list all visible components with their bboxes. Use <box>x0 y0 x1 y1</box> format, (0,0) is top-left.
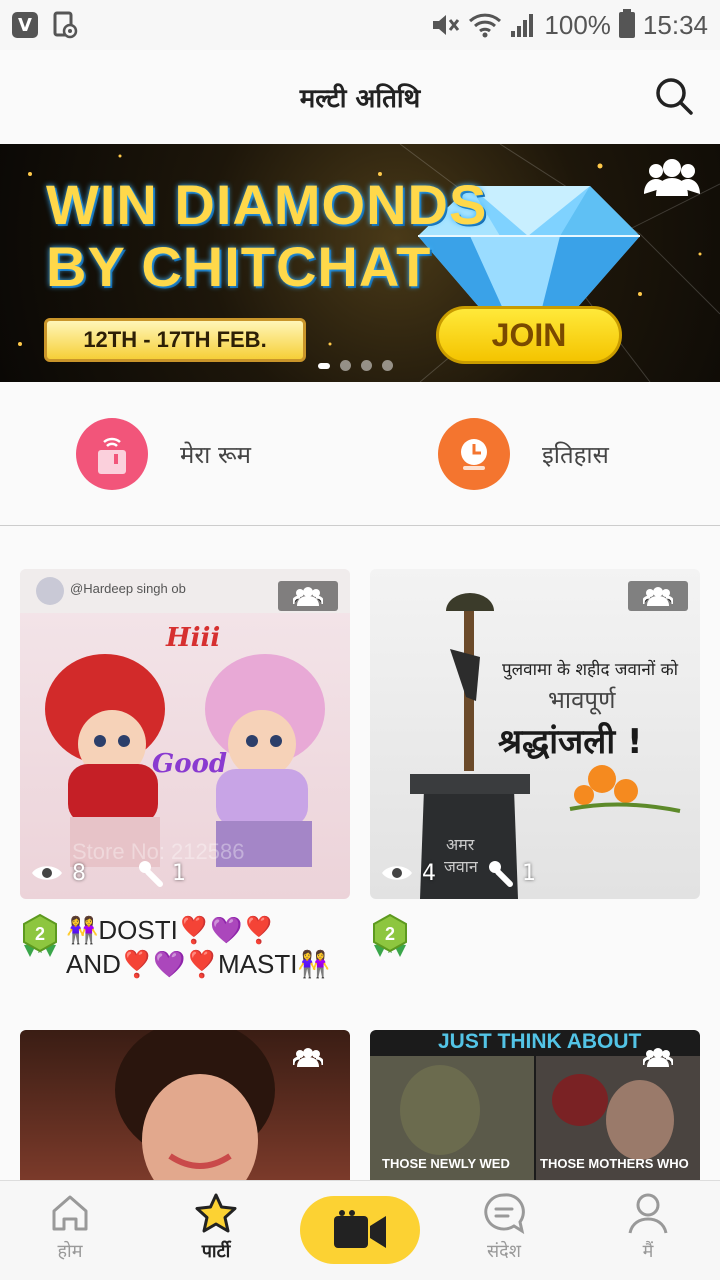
room-icon <box>76 418 148 490</box>
video-camera-icon <box>334 1210 386 1248</box>
group-room-badge <box>278 581 338 611</box>
app-notification-icon: V <box>12 12 38 38</box>
nav-home[interactable]: होम <box>20 1191 120 1263</box>
banner-dates: 12TH - 17TH FEB. <box>44 318 306 362</box>
carousel-dot-active[interactable] <box>318 363 330 369</box>
microphone-icon <box>139 861 163 887</box>
level-badge-icon: 2 <box>23 913 57 957</box>
nav-messages-label: संदेश <box>487 1241 521 1262</box>
history-icon <box>438 418 510 490</box>
screen-record-icon <box>53 11 78 39</box>
group-room-badge <box>628 581 688 611</box>
room-title: 2 👭DOSTI❣️💜❣️ AND❣️💜❣️MASTI👭 <box>20 913 350 981</box>
room-thumbnail[interactable] <box>20 1030 350 1180</box>
image-caption-right: THOSE MOTHERS WHO <box>540 1156 689 1171</box>
room-card[interactable] <box>20 1030 350 1180</box>
quick-links: मेरा रूम इतिहास <box>0 382 720 526</box>
group-room-badge <box>628 1042 688 1072</box>
nav-party[interactable]: पार्टी <box>166 1191 266 1263</box>
host-tag: @Hardeep singh ob <box>70 581 186 596</box>
image-text-line1: पुलवामा के शहीद जवानों को <box>502 660 679 680</box>
viewer-count: 8 <box>72 860 86 886</box>
svg-text:2: 2 <box>35 924 45 944</box>
history-link[interactable]: इतिहास <box>438 418 609 490</box>
room-title: 2 <box>370 913 700 957</box>
group-icon <box>293 1048 323 1067</box>
carousel-dot[interactable] <box>340 360 351 371</box>
group-icon <box>643 1048 673 1067</box>
wifi-icon <box>469 13 502 38</box>
image-text-line4: अमर <box>446 835 475 854</box>
room-stats: 8 1 <box>30 859 236 887</box>
host-count: 1 <box>172 860 186 886</box>
history-label: इतिहास <box>542 440 609 469</box>
home-icon <box>52 1195 88 1231</box>
carousel-dot[interactable] <box>361 360 372 371</box>
group-icon <box>644 159 700 196</box>
go-live-button[interactable] <box>300 1196 420 1264</box>
image-text-line3: श्रद्धांजली ! <box>498 722 643 762</box>
carousel-indicator <box>318 360 393 371</box>
banner-headline-line2: BY CHITCHAT <box>46 235 432 298</box>
top-bar: मल्टी अतिथि <box>0 50 720 144</box>
battery-icon <box>618 9 635 38</box>
level-badge-icon: 2 <box>373 913 407 957</box>
my-room-label: मेरा रूम <box>180 440 252 469</box>
nav-party-label: पार्टी <box>201 1241 231 1262</box>
image-text-line2: भावपूर्ण <box>548 686 616 714</box>
nav-home-label: होम <box>57 1241 83 1262</box>
signal-icon <box>511 14 534 37</box>
promo-banner[interactable]: WIN DIAMONDS BY CHITCHAT 12TH - 17TH FEB… <box>0 144 720 382</box>
message-icon <box>484 1193 525 1235</box>
banner-headline: WIN DIAMONDS BY CHITCHAT <box>46 174 487 298</box>
carousel-dot[interactable] <box>382 360 393 371</box>
star-icon <box>195 1193 237 1233</box>
user-icon <box>628 1193 668 1234</box>
nav-me-label: मैं <box>642 1241 654 1262</box>
mute-icon <box>433 15 460 35</box>
group-room-badge <box>278 1042 338 1072</box>
image-caption-left: THOSE NEWLY WED <box>382 1156 510 1171</box>
clock: 15:34 <box>642 9 708 40</box>
image-text-good: Good <box>152 749 228 779</box>
room-title-line1: 👭DOSTI❣️💜❣️ <box>66 915 275 945</box>
room-thumbnail[interactable]: JUST THINK ABOUT THOSE NEWLY WED THOSE M… <box>370 1030 700 1180</box>
nav-messages[interactable]: संदेश <box>454 1191 554 1263</box>
eye-icon <box>382 866 412 880</box>
group-icon <box>293 587 323 606</box>
room-card[interactable]: @Hardeep singh ob Hiii Good Store No: 21… <box>20 569 350 979</box>
battery-percent: 100% <box>544 9 611 40</box>
svg-text:2: 2 <box>385 924 395 944</box>
viewer-count: 4 <box>422 860 436 886</box>
room-card[interactable]: JUST THINK ABOUT THOSE NEWLY WED THOSE M… <box>370 1030 700 1180</box>
microphone-icon <box>489 861 513 887</box>
room-title-line2: AND❣️💜❣️MASTI👭 <box>66 949 330 979</box>
nav-me[interactable]: मैं <box>598 1191 698 1263</box>
image-title: JUST THINK ABOUT <box>438 1030 642 1053</box>
join-button[interactable]: JOIN <box>436 306 622 364</box>
room-thumbnail[interactable]: @Hardeep singh ob Hiii Good Store No: 21… <box>20 569 350 899</box>
bottom-navigation: होम पार्टी संदेश मैं <box>0 1180 720 1280</box>
eye-icon <box>32 866 62 880</box>
status-bar: V 100% 15:34 <box>0 0 720 50</box>
page-title: मल्टी अतिथि <box>299 84 421 114</box>
room-grid: @Hardeep singh ob Hiii Good Store No: 21… <box>0 527 720 1180</box>
my-room-link[interactable]: मेरा रूम <box>76 418 251 490</box>
room-stats: 4 1 <box>380 859 586 887</box>
room-thumbnail[interactable]: पुलवामा के शहीद जवानों को भावपूर्ण श्रद्… <box>370 569 700 899</box>
host-count: 1 <box>522 860 536 886</box>
group-icon <box>643 587 673 606</box>
room-card[interactable]: पुलवामा के शहीद जवानों को भावपूर्ण श्रद्… <box>370 569 700 957</box>
search-icon[interactable] <box>654 76 694 116</box>
banner-headline-line1: WIN DIAMONDS <box>46 173 488 236</box>
image-text-hiii: Hiii <box>166 623 221 653</box>
